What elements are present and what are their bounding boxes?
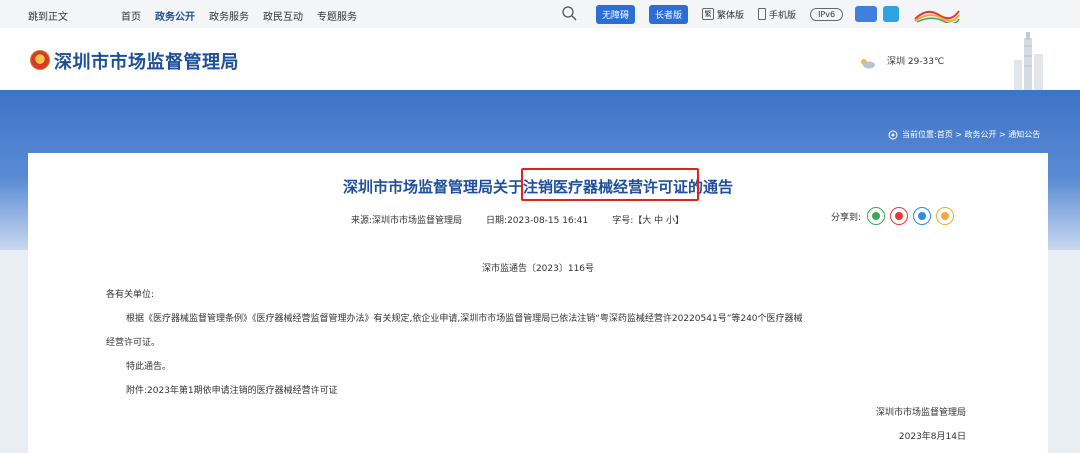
salutation: 各有关单位:: [106, 290, 155, 300]
elder-mode-button[interactable]: 长者版: [649, 4, 689, 24]
qq-share-icon[interactable]: [913, 207, 932, 225]
nav-gov-affairs[interactable]: 政务公开: [155, 8, 195, 23]
emblem-icon: [30, 50, 50, 70]
accessibility-button[interactable]: 无障碍: [596, 4, 636, 24]
search-icon[interactable]: [560, 4, 580, 24]
skip-to-content-link[interactable]: 跳到正文: [28, 8, 68, 23]
share-label: 分享到:: [831, 212, 862, 223]
attachment-link[interactable]: 附件:2023年第1期依申请注销的医疗器械经营许可证: [106, 379, 803, 403]
document-number: 深市监通告〔2023〕116号: [481, 264, 595, 274]
share-bar: 分享到:: [831, 207, 959, 225]
gov-app-icon[interactable]: [855, 6, 878, 22]
site-title[interactable]: 深圳市市场监督管理局: [54, 48, 239, 74]
top-utility-bar: 跳到正文 首页 政务公开 政务服务 政民互动 专题服务 无障碍 长者版 繁 繁体…: [0, 0, 1080, 28]
weather-text: 深圳 29-33℃: [887, 57, 945, 67]
font-size-switch[interactable]: 字号:【大 中 小】: [612, 213, 684, 226]
phone-icon: [758, 8, 767, 20]
nav-home[interactable]: 首页: [121, 8, 141, 23]
weather-icon: [858, 54, 876, 69]
article-body: 各有关单位: 根据《医疗器械监督管理条例》《医疗器械经营监督管理办法》有关规定,…: [106, 283, 803, 403]
paragraph-1-line-2: 经营许可证。: [106, 338, 161, 348]
article-source: 来源:深圳市市场监督管理局: [351, 216, 463, 226]
qzone-share-icon[interactable]: [936, 207, 955, 225]
title-part-before: 深圳市市场监督管理局关于: [342, 178, 523, 196]
paragraph-1-line-1: 根据《医疗器械监督管理条例》《医疗器械经营监督管理办法》有关规定,依企业申请,深…: [126, 314, 803, 324]
article-meta: 来源:深圳市市场监督管理局 日期:2023-08-15 16:41 字号:【大 …: [351, 213, 684, 226]
mobile-label: 手机版: [769, 10, 797, 21]
mini-app-icon[interactable]: [883, 6, 900, 22]
ipv6-badge: IPv6: [810, 7, 844, 21]
location-icon: [888, 130, 898, 140]
signature-block: 深圳市市场监督管理局 2023年8月14日: [876, 401, 966, 449]
sign-date: 2023年8月14日: [898, 432, 966, 442]
traditional-chinese-button[interactable]: 繁 繁体版: [702, 8, 744, 21]
breadcrumb-prefix: 当前位置:: [902, 130, 937, 139]
article-card: 深圳市市场监督管理局关于注销医疗器械经营许可证的通告 来源:深圳市市场监督管理局…: [28, 153, 1048, 453]
mobile-version-button[interactable]: 手机版: [758, 8, 796, 21]
signer: 深圳市市场监督管理局: [875, 408, 966, 418]
breadcrumb-path[interactable]: 首页 > 政务公开 > 通知公告: [937, 129, 1041, 140]
wechat-share-icon[interactable]: [867, 207, 886, 225]
nav-gov-services[interactable]: 政务服务: [209, 8, 249, 23]
article-date: 日期:2023-08-15 16:41: [486, 216, 589, 226]
weibo-share-icon[interactable]: [890, 207, 909, 225]
top-tools: 无障碍 长者版 繁 繁体版 手机版 IPv6: [560, 4, 961, 25]
city-tower-illustration: [1008, 32, 1048, 90]
top-nav: 首页 政务公开 政务服务 政民互动 专题服务: [121, 8, 357, 23]
city-logo-icon: [913, 5, 961, 25]
traditional-icon: 繁: [702, 8, 715, 20]
site-header: 深圳市市场监督管理局 深圳 29-33℃: [0, 28, 1080, 90]
breadcrumb: 当前位置: 首页 > 政务公开 > 通知公告: [888, 129, 1040, 140]
traditional-label: 繁体版: [717, 10, 745, 21]
nav-interaction[interactable]: 政民互动: [263, 8, 303, 23]
highlight-annotation-box: [521, 168, 699, 201]
notice-closing: 特此通告。: [126, 362, 172, 372]
nav-special-services[interactable]: 专题服务: [317, 8, 357, 23]
